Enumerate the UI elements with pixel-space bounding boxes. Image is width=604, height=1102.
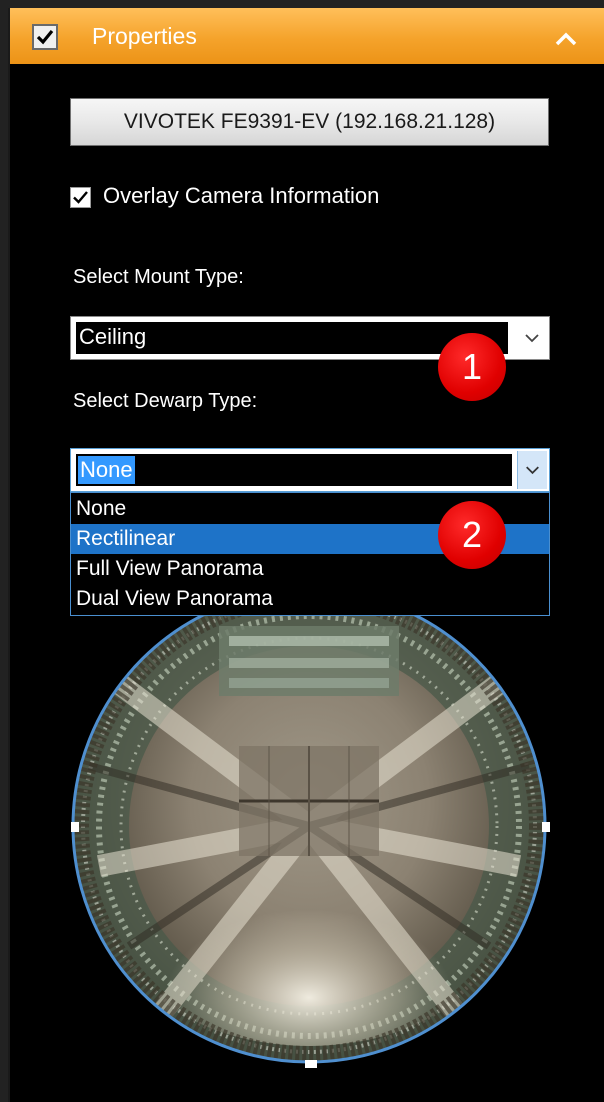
checkmark-icon — [36, 29, 54, 45]
window-edge-top — [0, 0, 604, 8]
panel-title: Properties — [92, 23, 197, 49]
annotation-badge-1: 1 — [438, 333, 506, 401]
window-edge-left — [0, 0, 8, 1102]
panel-enable-checkbox[interactable] — [32, 24, 58, 50]
checkmark-icon — [73, 191, 88, 204]
overlay-camera-info-checkbox[interactable] — [70, 187, 91, 208]
camera-select-button[interactable]: VIVOTEK FE9391-EV (192.168.21.128) — [70, 98, 549, 146]
properties-panel: Properties VIVOTEK FE9391-EV (192.168.21… — [8, 8, 604, 1102]
dewarp-type-value: None — [78, 456, 135, 484]
chevron-down-icon[interactable] — [517, 319, 547, 357]
chevron-down-icon[interactable] — [517, 451, 547, 489]
mount-type-label: Select Mount Type: — [73, 266, 244, 288]
annotation-badge-2: 2 — [438, 501, 506, 569]
dewarp-type-label: Select Dewarp Type: — [73, 390, 258, 412]
fisheye-camera-view — [71, 616, 550, 1068]
dewarp-type-select[interactable]: None — [70, 448, 550, 492]
dewarp-option-dual-view-panorama[interactable]: Dual View Panorama — [71, 584, 549, 614]
dewarp-type-value-box[interactable]: None — [74, 452, 514, 488]
overlay-camera-info-label[interactable]: Overlay Camera Information — [103, 182, 379, 210]
panel-header[interactable]: Properties — [10, 8, 604, 64]
fisheye-preview[interactable] — [69, 616, 550, 1068]
chevron-up-icon[interactable] — [548, 28, 584, 48]
